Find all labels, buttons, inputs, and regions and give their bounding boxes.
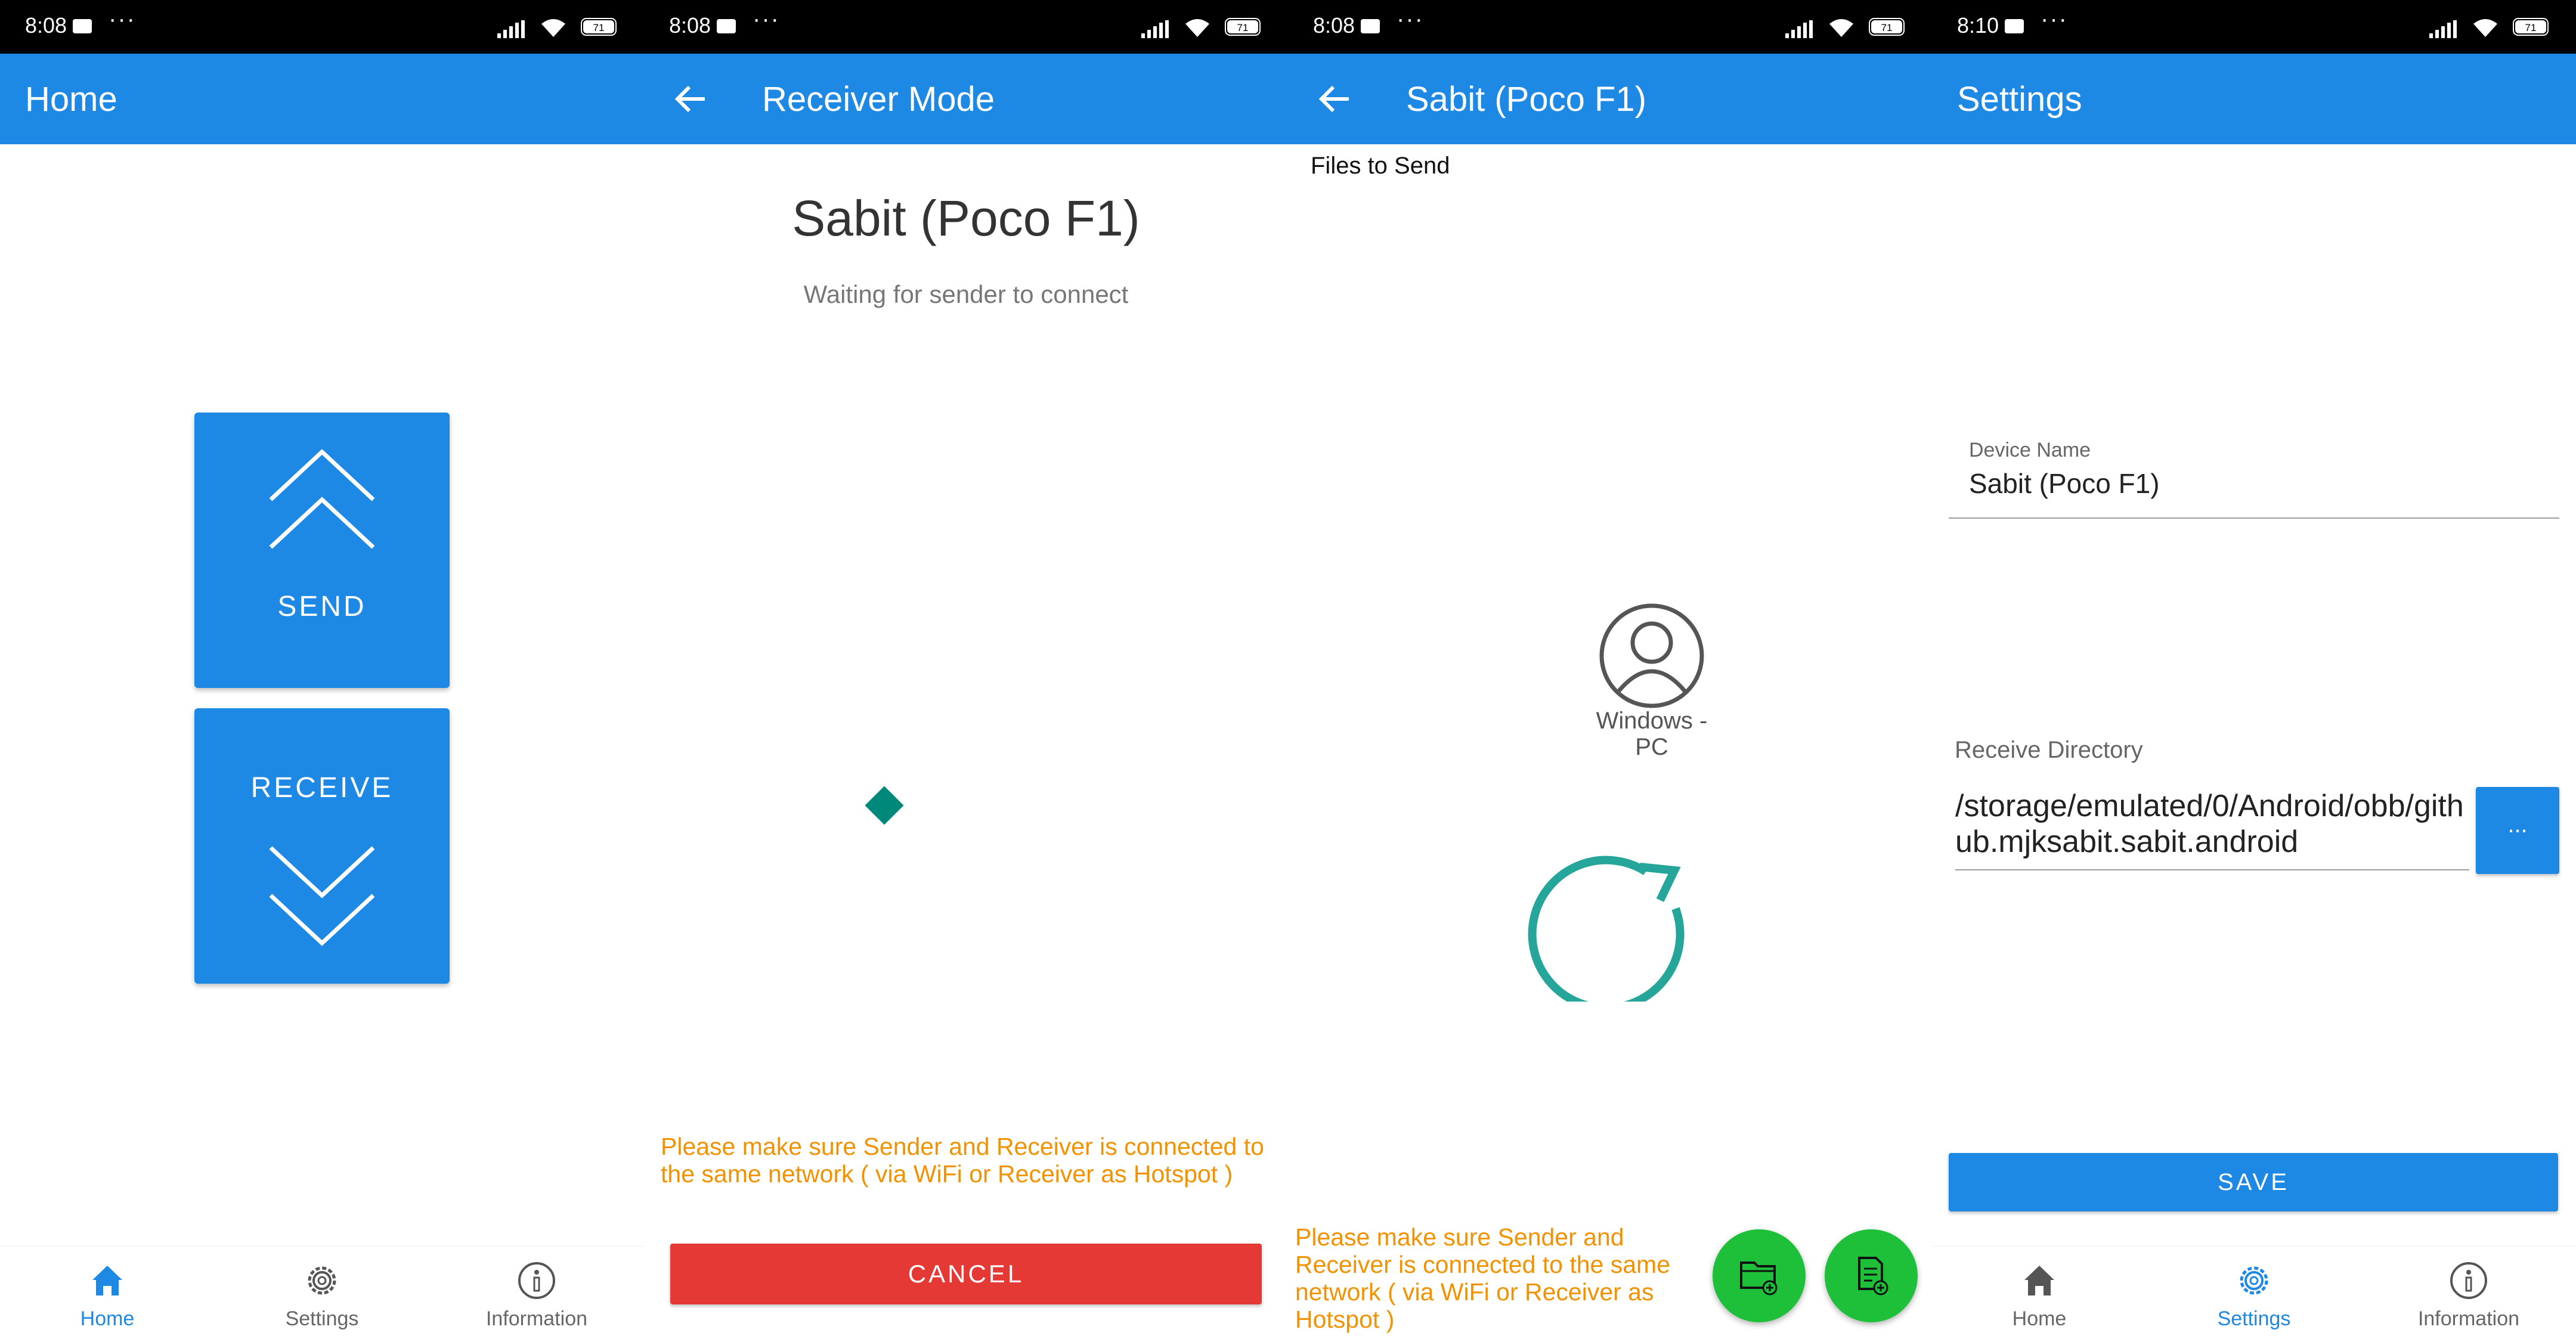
- device-name: Sabit (Poco F1): [792, 190, 1140, 246]
- waiting-status: Waiting for sender to connect: [803, 280, 1129, 308]
- nav-information[interactable]: Information: [2361, 1247, 2576, 1339]
- receive-label: RECEIVE: [250, 772, 394, 804]
- battery-icon: 71: [2513, 18, 2549, 36]
- page-title: Sabit (Poco F1): [1406, 80, 1646, 119]
- app-bar: Receiver Mode: [644, 54, 1288, 144]
- save-button[interactable]: SAVE: [1949, 1153, 2558, 1211]
- sender-screen: 8:08 ··· 71 Sabit (Poco F1) Files to Sen…: [1288, 0, 1932, 1339]
- cancel-button[interactable]: CANCEL: [670, 1244, 1262, 1304]
- battery-icon: 71: [1225, 18, 1261, 36]
- message-notification-icon: [717, 19, 736, 33]
- message-notification-icon: [1361, 19, 1380, 33]
- browse-directory-button[interactable]: ...: [2476, 787, 2559, 874]
- nav-settings[interactable]: Settings: [215, 1247, 429, 1339]
- device-name-underline: [1949, 517, 2559, 519]
- signal-icon: [497, 20, 525, 38]
- home-icon: [2024, 1266, 2054, 1295]
- status-bar: 8:08 ··· 71: [644, 0, 1288, 54]
- wifi-icon: [2473, 19, 2497, 37]
- nav-information-label: Information: [485, 1307, 588, 1330]
- status-time: 8:08: [669, 13, 711, 38]
- gear-icon: [308, 1266, 336, 1295]
- signal-icon: [2429, 20, 2457, 38]
- peer-device-name: Windows -PC: [1596, 708, 1708, 760]
- app-bar: Settings: [1932, 54, 2576, 144]
- home-icon: [92, 1266, 122, 1295]
- wifi-icon: [1829, 19, 1853, 37]
- device-name-label: Device Name: [1969, 439, 2091, 461]
- receive-directory-label: Receive Directory: [1955, 737, 2143, 763]
- status-time: 8:08: [25, 13, 67, 38]
- nav-home[interactable]: Home: [0, 1247, 215, 1339]
- peer-device[interactable]: Windows -PC: [1592, 602, 1711, 769]
- status-bar: 8:08 ··· 71: [1288, 0, 1932, 54]
- nav-home[interactable]: Home: [1932, 1247, 2147, 1339]
- status-bar: 8:08 ··· 71: [0, 0, 644, 54]
- settings-screen: 8:10 ··· 71 Settings Device Name Sabit (…: [1932, 0, 2576, 1339]
- add-folder-button[interactable]: [1713, 1229, 1806, 1322]
- send-label: SEND: [277, 591, 367, 622]
- message-notification-icon: [73, 19, 92, 33]
- receive-directory-input[interactable]: /storage/emulated/0/Android/obb/github.m…: [1955, 788, 2474, 860]
- gear-icon: [2240, 1266, 2268, 1295]
- app-bar: Home: [0, 54, 644, 144]
- status-time: 8:08: [1313, 13, 1355, 38]
- more-notifications-icon: ···: [1397, 6, 1424, 32]
- add-file-icon: [1858, 1257, 1888, 1295]
- wifi-icon: [541, 19, 565, 37]
- app-bar: Sabit (Poco F1): [1288, 54, 1932, 144]
- add-file-button[interactable]: [1825, 1229, 1918, 1322]
- svg-text:71: 71: [2525, 22, 2537, 33]
- page-title: Home: [25, 80, 117, 119]
- info-icon: [2450, 1262, 2487, 1299]
- home-screen: 8:08 ··· 71 Home SEND RECEIVE Home Setti…: [0, 0, 644, 1339]
- add-folder-icon: [1740, 1261, 1778, 1295]
- nav-home-label: Home: [80, 1307, 135, 1330]
- page-title: Settings: [1957, 80, 2082, 119]
- wifi-icon: [1185, 19, 1209, 37]
- receive-button[interactable]: RECEIVE: [194, 708, 450, 984]
- back-arrow-icon[interactable]: [1317, 81, 1352, 117]
- send-button[interactable]: SEND: [194, 413, 450, 688]
- battery-icon: 71: [1869, 18, 1905, 36]
- status-bar: 8:10 ··· 71: [1932, 0, 2576, 54]
- nav-settings-label: Settings: [285, 1307, 359, 1330]
- files-to-send-label: Files to Send: [1311, 153, 1450, 179]
- double-chevron-down-icon: [269, 846, 375, 946]
- receiver-screen: 8:08 ··· 71 Receiver Mode Sabit (Poco F1…: [644, 0, 1288, 1339]
- svg-text:71: 71: [1237, 22, 1249, 33]
- status-time: 8:10: [1957, 13, 1999, 38]
- more-notifications-icon: ···: [753, 6, 780, 32]
- bottom-navigation: Home Settings Information: [0, 1246, 644, 1339]
- message-notification-icon: [2005, 19, 2024, 33]
- info-icon: [518, 1262, 555, 1299]
- nav-settings-label: Settings: [2217, 1307, 2291, 1330]
- network-warning: Please make sure Sender and Receiver is …: [661, 1133, 1264, 1188]
- nav-information-label: Information: [2417, 1307, 2520, 1330]
- page-title: Receiver Mode: [762, 80, 995, 119]
- more-notifications-icon: ···: [2041, 6, 2068, 32]
- network-warning: Please make sure Sender and Receiver is …: [1295, 1223, 1670, 1333]
- receive-directory-underline: [1955, 869, 2469, 870]
- svg-text:71: 71: [593, 22, 605, 33]
- signal-icon: [1141, 20, 1169, 38]
- device-name-input[interactable]: Sabit (Poco F1): [1969, 467, 2160, 500]
- more-notifications-icon: ···: [109, 6, 136, 32]
- signal-icon: [1785, 20, 1813, 38]
- back-arrow-icon[interactable]: [673, 81, 708, 117]
- refresh-icon[interactable]: [1527, 835, 1693, 1002]
- nav-home-label: Home: [2012, 1307, 2067, 1330]
- nav-settings[interactable]: Settings: [2147, 1247, 2361, 1339]
- svg-text:71: 71: [1881, 22, 1893, 33]
- bottom-navigation: Home Settings Information: [1932, 1246, 2576, 1339]
- user-avatar-icon: [1599, 603, 1704, 708]
- nav-information[interactable]: Information: [429, 1247, 644, 1339]
- battery-icon: 71: [581, 18, 617, 36]
- double-chevron-up-icon: [269, 449, 375, 549]
